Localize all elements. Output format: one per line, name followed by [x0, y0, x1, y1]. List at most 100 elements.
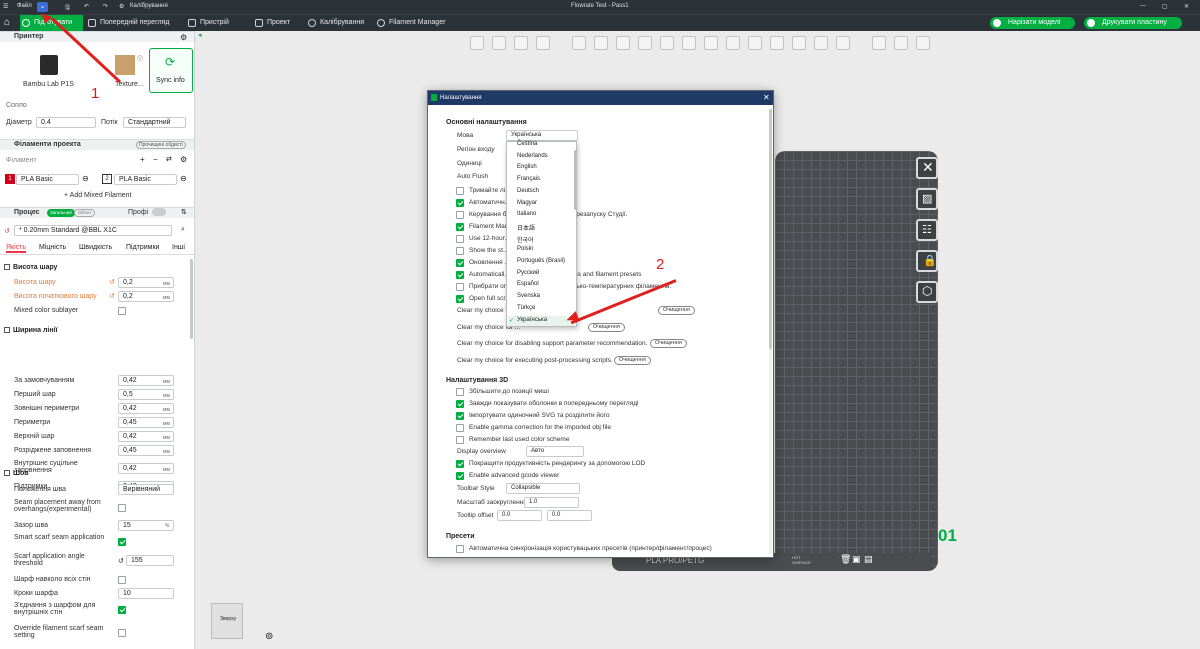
- rotate-icon[interactable]: [594, 36, 608, 50]
- minimize-icon[interactable]: —: [1140, 3, 1146, 9]
- layers-icon[interactable]: [514, 36, 528, 50]
- language-option[interactable]: 日本語: [517, 223, 535, 232]
- language-option[interactable]: Nederlands: [517, 153, 548, 159]
- tooltip-offset-y-input[interactable]: 0.0: [547, 510, 592, 521]
- scarf-angle-input[interactable]: 155: [126, 555, 174, 566]
- assembly-icon[interactable]: [792, 36, 806, 50]
- filament-slot-1-select[interactable]: PLA Basic: [16, 174, 79, 185]
- language-option[interactable]: 한국어: [517, 235, 534, 244]
- variable-layer-icon[interactable]: [814, 36, 828, 50]
- info-icon[interactable]: ⓘ: [137, 54, 143, 63]
- sync-info-button[interactable]: ⟳ Sync info: [149, 48, 193, 93]
- scarf-around-walls-checkbox[interactable]: [118, 576, 126, 584]
- scarf-steps-input[interactable]: 10: [118, 588, 174, 599]
- general-option-checkbox[interactable]: [456, 283, 464, 291]
- tab-quality[interactable]: Якість: [6, 244, 27, 253]
- mesh-boolean-icon[interactable]: [726, 36, 740, 50]
- plate-settings-button[interactable]: ☷: [916, 219, 938, 241]
- clear-choice-button[interactable]: Очищення: [614, 356, 651, 365]
- redo-icon[interactable]: ↷: [103, 3, 108, 10]
- scarf-inner-walls-checkbox[interactable]: [118, 606, 126, 614]
- clear-choice-button[interactable]: Очищення: [588, 323, 625, 332]
- emboss-icon[interactable]: [836, 36, 850, 50]
- scale-input[interactable]: 1.0: [524, 497, 579, 508]
- language-option[interactable]: Français: [517, 176, 540, 182]
- print-plate-button[interactable]: Друкувати пластину: [1084, 17, 1182, 29]
- paint-icon[interactable]: [660, 36, 674, 50]
- cut-icon[interactable]: [638, 36, 652, 50]
- plate-arrange-icon[interactable]: ▣: [852, 554, 861, 565]
- view-cube[interactable]: Зверху: [211, 603, 243, 639]
- display-overview-select[interactable]: Авто: [526, 446, 584, 457]
- presets-sync-checkbox[interactable]: [456, 545, 464, 553]
- seam-position-select[interactable]: Вирівняний: [118, 484, 174, 495]
- plate-texture-image[interactable]: [115, 55, 135, 75]
- advanced-toggle[interactable]: [152, 208, 166, 216]
- process-profile-select[interactable]: * 0.20mm Standard @BBL X1C: [14, 225, 172, 236]
- tab-preview[interactable]: Попередній перегляд: [86, 15, 169, 31]
- collapse-sidebar-icon[interactable]: ◂: [198, 31, 202, 39]
- seam-away-checkbox[interactable]: [118, 504, 126, 512]
- general-option-checkbox[interactable]: [456, 259, 464, 267]
- tab-calibration[interactable]: Калібрування: [306, 15, 364, 31]
- brim-icon[interactable]: [894, 36, 908, 50]
- printer-settings-gear-icon[interactable]: ⚙: [180, 33, 187, 42]
- scale-icon[interactable]: [616, 36, 630, 50]
- add-object-icon[interactable]: [470, 36, 484, 50]
- general-option-checkbox[interactable]: [456, 211, 464, 219]
- undo-icon[interactable]: ↶: [84, 3, 89, 10]
- slice-button[interactable]: Нарізати моделі: [990, 17, 1075, 29]
- printer-name[interactable]: Bambu Lab P1S: [23, 81, 74, 88]
- tab-filament-manager[interactable]: Filament Manager: [375, 15, 445, 31]
- 3d-option-checkbox[interactable]: [456, 472, 464, 480]
- override-scarf-checkbox[interactable]: [118, 629, 126, 637]
- compare-icon[interactable]: ⇅: [181, 208, 187, 216]
- filament-slot-2-remove-icon[interactable]: ⊖: [180, 174, 187, 183]
- tab-strength[interactable]: Міцність: [39, 244, 66, 251]
- clean-filaments-badge[interactable]: Прочищені обдисті: [136, 141, 186, 149]
- mixed-color-sublayer-checkbox[interactable]: [118, 307, 126, 315]
- search-icon[interactable]: ⌕: [181, 226, 185, 234]
- filament-settings-gear-icon[interactable]: ⚙: [180, 155, 187, 164]
- language-option[interactable]: English: [517, 164, 537, 170]
- close-icon[interactable]: ✕: [1184, 3, 1189, 10]
- dialog-scrollbar-track[interactable]: [769, 109, 772, 554]
- filament-slot-2-select[interactable]: PLA Basic: [114, 174, 177, 185]
- filament-slot-1-remove-icon[interactable]: ⊖: [82, 174, 89, 183]
- general-option-checkbox[interactable]: [456, 199, 464, 207]
- grid-icon[interactable]: [492, 36, 506, 50]
- menu-icon[interactable]: ☰: [3, 3, 8, 10]
- 3d-option-checkbox[interactable]: [456, 412, 464, 420]
- process-object-toggle[interactable]: Об'єкт: [74, 209, 96, 217]
- plate-arrange-button[interactable]: ▨: [916, 188, 938, 210]
- plate-icon[interactable]: [536, 36, 550, 50]
- support-icon[interactable]: [704, 36, 718, 50]
- seam-paint-icon[interactable]: [682, 36, 696, 50]
- flow-select[interactable]: Стандартний: [123, 117, 186, 128]
- 3d-option-checkbox[interactable]: [456, 424, 464, 432]
- text-icon[interactable]: [748, 36, 762, 50]
- plate-close-button[interactable]: ✕: [916, 157, 938, 179]
- add-filament-icon[interactable]: +: [140, 155, 145, 164]
- language-option[interactable]: Українська: [517, 317, 547, 323]
- clear-choice-button[interactable]: Очищення: [658, 306, 695, 315]
- 3d-option-checkbox[interactable]: [456, 400, 464, 408]
- language-option[interactable]: Español: [517, 281, 539, 287]
- language-list-scrollbar[interactable]: [574, 150, 576, 210]
- printer-image[interactable]: [40, 55, 58, 75]
- process-global-toggle[interactable]: Загальний: [47, 209, 75, 217]
- 3d-option-checkbox[interactable]: [456, 388, 464, 396]
- language-option[interactable]: Português (Brasil): [517, 258, 565, 264]
- plate-lock-button[interactable]: 🔒: [916, 250, 938, 272]
- tab-speed[interactable]: Швидкість: [79, 244, 112, 251]
- language-dropdown-list[interactable]: Čeština Nederlands English Français Deutsch M…: [506, 141, 577, 327]
- filament-sync-icon[interactable]: ⇄: [166, 155, 172, 163]
- add-mixed-filament-button[interactable]: + Add Mixed Filament: [64, 192, 132, 199]
- language-option[interactable]: Русский: [517, 270, 539, 276]
- tab-project[interactable]: Проект: [253, 15, 290, 31]
- filament-slot-2-number[interactable]: 2: [102, 174, 112, 184]
- general-option-checkbox[interactable]: [456, 187, 464, 195]
- file-menu[interactable]: Файл: [17, 3, 32, 9]
- measure-icon[interactable]: [770, 36, 784, 50]
- tab-device[interactable]: Пристрій: [186, 15, 229, 31]
